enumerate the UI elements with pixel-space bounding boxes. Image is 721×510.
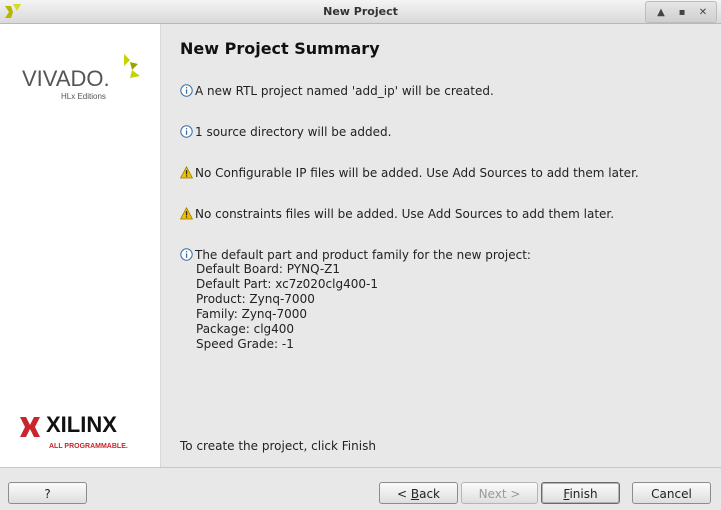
message-text: A new RTL project named 'add_ip' will be… xyxy=(195,84,494,98)
vivado-logo-subtitle: HLx Editions xyxy=(61,92,106,101)
warning-icon xyxy=(180,166,193,179)
xilinx-mark-icon xyxy=(20,417,40,437)
window-controls: ▲ ▪ ✕ xyxy=(645,1,717,23)
message-text: 1 source directory will be added. xyxy=(195,125,392,139)
part-info-line: Product: Zynq-7000 xyxy=(196,292,315,306)
window-close-icon[interactable]: ✕ xyxy=(696,6,710,20)
wizard-content: New Project Summary A new RTL project na… xyxy=(161,24,719,467)
next-button-label: Next > xyxy=(478,487,521,501)
message-text: No constraints files will be added. Use … xyxy=(195,207,615,221)
help-button[interactable]: ? xyxy=(8,482,87,504)
help-button-label: ? xyxy=(44,487,51,501)
finish-button-label: inish xyxy=(569,487,598,501)
xilinx-logo-subtitle: ALL PROGRAMMABLE. xyxy=(49,443,128,450)
page-title: New Project Summary xyxy=(180,39,380,58)
button-bar-divider xyxy=(0,467,721,468)
message-constraints: No constraints files will be added. Use … xyxy=(180,207,614,221)
back-button-prefix: < xyxy=(396,487,411,501)
message-text: No Configurable IP files will be added. … xyxy=(195,166,639,180)
warning-icon xyxy=(180,207,193,220)
part-info-line: Family: Zynq-7000 xyxy=(196,307,308,321)
xilinx-logo-text: XILINX xyxy=(46,412,117,437)
message-source-directory: 1 source directory will be added. xyxy=(180,125,391,139)
part-info-line: Package: clg400 xyxy=(196,322,295,336)
vivado-leaf-icon xyxy=(124,54,140,78)
part-info-heading: The default part and product family for … xyxy=(195,248,531,262)
part-info-line: Default Board: PYNQ-Z1 xyxy=(196,262,341,276)
part-info-line: Speed Grade: -1 xyxy=(196,337,294,351)
part-info-block: The default part and product family for … xyxy=(180,248,531,352)
back-button-label: ack xyxy=(419,487,440,501)
vivado-logo-text: VIVADO. xyxy=(22,66,110,91)
wizard-sidebar: VIVADO. HLx Editions XILINX ALL PROGRAMM… xyxy=(0,24,161,467)
vivado-logo: VIVADO. HLx Editions xyxy=(22,54,147,104)
finish-instruction: To create the project, click Finish xyxy=(180,439,376,453)
info-icon xyxy=(180,248,193,261)
info-icon xyxy=(180,125,193,138)
message-configurable-ip: No Configurable IP files will be added. … xyxy=(180,166,639,180)
back-button-mnemonic: B xyxy=(410,487,420,501)
cancel-button[interactable]: Cancel xyxy=(632,482,711,504)
cancel-button-label: Cancel xyxy=(651,487,692,501)
info-icon xyxy=(180,84,193,97)
finish-button[interactable]: Finish xyxy=(541,482,620,504)
back-button[interactable]: < Back xyxy=(379,482,458,504)
window-title: New Project xyxy=(323,5,398,18)
message-rtl-project: A new RTL project named 'add_ip' will be… xyxy=(180,84,494,98)
xilinx-logo: XILINX ALL PROGRAMMABLE. xyxy=(18,412,143,452)
next-button[interactable]: Next > xyxy=(461,482,538,504)
title-bar: New Project ▲ ▪ ✕ xyxy=(0,0,721,24)
part-info-line: Default Part: xc7z020clg400-1 xyxy=(196,277,378,291)
window-minimize-icon[interactable]: ▪ xyxy=(675,6,689,20)
window-up-icon[interactable]: ▲ xyxy=(654,6,668,20)
